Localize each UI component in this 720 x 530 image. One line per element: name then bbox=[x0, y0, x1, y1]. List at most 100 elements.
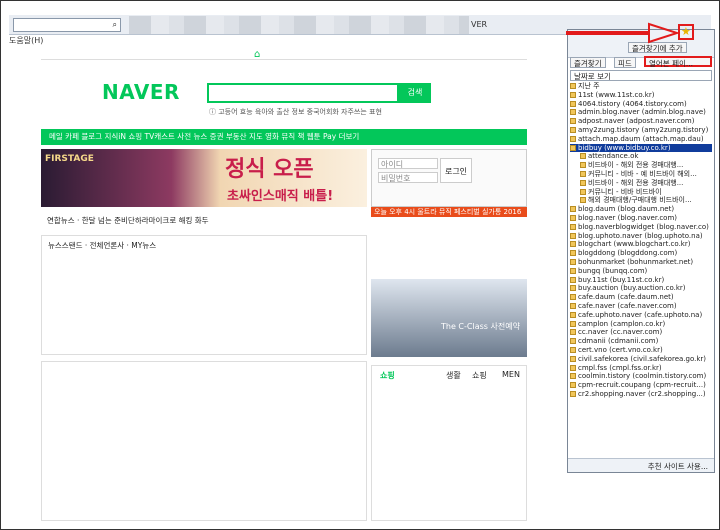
folder-icon bbox=[570, 83, 576, 89]
suggested-sites-button[interactable]: 추천 사이트 사용... bbox=[648, 461, 708, 472]
history-item[interactable]: bohunmarket (bohunmarket.net) bbox=[570, 258, 712, 267]
history-item[interactable]: blog.uphoto.naver (blog.uphoto.na) bbox=[570, 232, 712, 241]
login-pw-field[interactable]: 비밀번호 bbox=[378, 172, 438, 183]
browser-tab-title[interactable]: VER bbox=[471, 20, 487, 29]
game-banner[interactable]: FIRSTAGE 정식 오픈 초싸인스매직 배틀! bbox=[41, 149, 367, 207]
folder-icon bbox=[570, 311, 576, 318]
history-item[interactable]: 비드바이 - 해외 전용 경매대행... bbox=[570, 161, 712, 170]
history-item[interactable]: 4064.tistory (4064.tistory.com) bbox=[570, 100, 712, 109]
tab-favorites[interactable]: 즐겨찾기 bbox=[570, 57, 606, 68]
history-item[interactable]: blog.naver (blog.naver.com) bbox=[570, 214, 712, 223]
car-ad[interactable]: The C-Class 사전예약 bbox=[371, 279, 527, 357]
folder-icon bbox=[570, 91, 576, 98]
star-icon[interactable]: ★ bbox=[681, 25, 691, 38]
history-item-label: 지난 주 bbox=[578, 82, 600, 90]
news-flash[interactable]: 연합뉴스 · 한달 넘는 준비단하라마이크로 해킹 화두 bbox=[47, 215, 209, 226]
history-item-label: 비드바이 - 해외 전용 경매대행... bbox=[588, 161, 684, 170]
folder-icon bbox=[570, 382, 576, 389]
sidebar-footer: 추천 사이트 사용... bbox=[568, 458, 714, 472]
folder-icon bbox=[570, 250, 576, 257]
divider bbox=[41, 59, 527, 60]
folder-icon bbox=[580, 153, 586, 160]
history-item[interactable]: 해외 경매대행/구매대행 비드바이... bbox=[570, 196, 712, 205]
search-input[interactable] bbox=[207, 83, 399, 103]
search-hints[interactable]: ⓘ 고등어 효능 육아와 출산 정보 중국어회화 자주쓰는 표현 bbox=[209, 107, 382, 117]
folder-icon bbox=[570, 302, 576, 309]
folder-icon bbox=[580, 170, 586, 177]
history-item-label: blogddong (blogddong.com) bbox=[578, 249, 678, 258]
folder-icon bbox=[570, 285, 576, 292]
folder-icon bbox=[570, 338, 576, 345]
history-item[interactable]: attendance.ok bbox=[570, 152, 712, 161]
history-item[interactable]: blog.daum (blog.daum.net) bbox=[570, 205, 712, 214]
history-item[interactable]: blog.naverblogwidget (blog.naver.co) bbox=[570, 223, 712, 232]
address-bar[interactable]: ⌕ bbox=[13, 18, 121, 32]
folder-icon bbox=[570, 118, 576, 125]
music-banner[interactable]: 오늘 오후 4시 울트라 뮤직 페스티벌 실가통 2016 bbox=[371, 207, 527, 217]
banner-title: 정식 오픈 bbox=[225, 157, 314, 182]
history-view-select[interactable]: 날짜로 보기 bbox=[570, 70, 712, 81]
history-item[interactable]: blogchart (www.blogchart.co.kr) bbox=[570, 240, 712, 249]
history-item[interactable]: buy.11st (buy.11st.co.kr) bbox=[570, 276, 712, 285]
login-button[interactable]: 로그인 bbox=[440, 158, 472, 183]
history-item-label: blog.daum (blog.daum.net) bbox=[578, 205, 675, 214]
history-item[interactable]: attach.map.daum (attach.map.dau) bbox=[570, 135, 712, 144]
folder-icon bbox=[570, 276, 576, 283]
naver-logo[interactable]: NAVER bbox=[102, 80, 180, 104]
history-item[interactable]: cmpl.fss (cmpl.fss.or.kr) bbox=[570, 364, 712, 373]
history-item[interactable]: camplon (camplon.co.kr) bbox=[570, 320, 712, 329]
history-item-label: bungq (bunqq.com) bbox=[578, 266, 648, 275]
tab-history[interactable]: 열어본 페이... bbox=[644, 56, 712, 68]
history-item[interactable]: 지난 주 bbox=[570, 82, 712, 91]
history-item-label: attendance.ok bbox=[588, 152, 639, 161]
history-item[interactable]: cc.naver (cc.naver.com) bbox=[570, 328, 712, 337]
folder-icon bbox=[570, 355, 576, 362]
folder-icon bbox=[580, 188, 586, 195]
folder-icon bbox=[570, 329, 576, 336]
search-button[interactable]: 검색 bbox=[399, 83, 431, 103]
history-item-label: civil.safekorea (civil.safekorea.go.kr) bbox=[578, 354, 707, 363]
history-item-label: adpost.naver (adpost.naver.com) bbox=[578, 117, 695, 126]
history-item[interactable]: cdmanii (cdmanii.com) bbox=[570, 337, 712, 346]
history-item-label: cafe.uphoto.naver (cafe.uphoto.na) bbox=[578, 310, 703, 319]
folder-icon bbox=[570, 390, 576, 397]
tab-men[interactable]: MEN bbox=[502, 370, 520, 379]
login-id-field[interactable]: 아이디 bbox=[378, 158, 438, 169]
history-item[interactable]: 커뮤니티 - 비바 비드바이 bbox=[570, 188, 712, 197]
history-item[interactable]: adpost.naver (adpost.naver.com) bbox=[570, 117, 712, 126]
newsstand-tabs[interactable]: 뉴스스탠드 · 전체언론사 · MY뉴스 bbox=[48, 240, 156, 251]
history-item[interactable]: 비드바이 - 해외 전용 경매대행... bbox=[570, 179, 712, 188]
history-item[interactable]: cpm-recruit.coupang (cpm-recruit...) bbox=[570, 381, 712, 390]
tab-life[interactable]: 생활 bbox=[446, 370, 461, 381]
history-item[interactable]: 11st (www.11st.co.kr) bbox=[570, 91, 712, 100]
service-nav[interactable]: 메일 카페 블로그 지식iN 쇼핑 TV캐스트 사전 뉴스 증권 부동산 지도 … bbox=[41, 129, 527, 145]
history-item[interactable]: bungq (bunqq.com) bbox=[570, 267, 712, 276]
history-item[interactable]: amy2zung.tistory (amy2zung.tistory) bbox=[570, 126, 712, 135]
history-item[interactable]: cafe.uphoto.naver (cafe.uphoto.na) bbox=[570, 311, 712, 320]
folder-icon bbox=[570, 126, 576, 133]
history-item[interactable]: blogddong (blogddong.com) bbox=[570, 249, 712, 258]
content-grid bbox=[41, 361, 367, 521]
history-item-label: buy.auction (buy.auction.co.kr) bbox=[578, 284, 686, 293]
folder-icon bbox=[570, 109, 576, 116]
folder-icon bbox=[580, 162, 586, 169]
history-item-label: cpm-recruit.coupang (cpm-recruit...) bbox=[578, 381, 706, 390]
menu-help[interactable]: 도움말(H) bbox=[9, 35, 567, 47]
history-item[interactable]: coolmin.tistory (coolmin.tistory.com) bbox=[570, 372, 712, 381]
history-item[interactable]: 커뮤니티 - 비바 - 예 비드바이 해외... bbox=[570, 170, 712, 179]
history-item[interactable]: buy.auction (buy.auction.co.kr) bbox=[570, 284, 712, 293]
shopping-title[interactable]: 쇼핑 bbox=[380, 370, 395, 381]
history-item-label: blog.uphoto.naver (blog.uphoto.na) bbox=[578, 231, 703, 240]
history-item[interactable]: cert.vno (cert.vno.co.kr) bbox=[570, 346, 712, 355]
history-item[interactable]: cr2.shopping.naver (cr2.shopping...) bbox=[570, 390, 712, 399]
history-item[interactable]: bidbuy (www.bidbuy.co.kr) bbox=[570, 143, 712, 153]
tab-feeds[interactable]: 피드 bbox=[614, 57, 636, 68]
history-item[interactable]: cafe.naver (cafe.naver.com) bbox=[570, 302, 712, 311]
history-item[interactable]: civil.safekorea (civil.safekorea.go.kr) bbox=[570, 355, 712, 364]
history-item[interactable]: cafe.daum (cafe.daum.net) bbox=[570, 293, 712, 302]
folder-icon bbox=[570, 232, 576, 239]
tab-shopping[interactable]: 쇼핑 bbox=[472, 370, 487, 381]
history-item[interactable]: admin.blog.naver (admin.blog.nave) bbox=[570, 108, 712, 117]
shopping-panel: 쇼핑 생활 쇼핑 MEN bbox=[371, 365, 527, 521]
history-item-label: cc.naver (cc.naver.com) bbox=[578, 328, 663, 337]
